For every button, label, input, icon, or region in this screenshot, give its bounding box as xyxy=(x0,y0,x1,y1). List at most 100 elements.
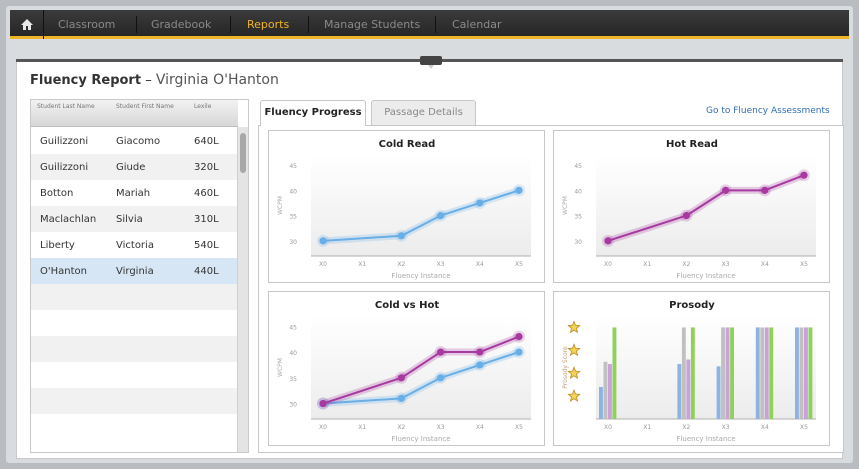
student-row[interactable]: Botton Mariah 460L xyxy=(31,180,238,206)
cold-vs-hot-plot: Cold vs Hot Fluency Instance WCPM X0 X1 X2 X3 X… xyxy=(277,300,531,443)
x-tick-label: X0 xyxy=(604,424,612,431)
star-icon xyxy=(567,366,581,379)
prosody-bar xyxy=(804,327,808,419)
collapse-handle[interactable] xyxy=(420,56,442,69)
row-first-name: Virginia xyxy=(116,266,154,277)
series-0-point xyxy=(476,361,484,369)
header-last-name[interactable]: Student Last Name xyxy=(37,103,107,111)
list-scrollbar[interactable] xyxy=(237,127,248,452)
row-first-name: Giude xyxy=(116,162,146,173)
fluency-assessments-link[interactable]: Go to Fluency Assessments xyxy=(706,106,830,116)
y-tick-label: 45 xyxy=(289,324,297,331)
y-tick-label: 40 xyxy=(289,188,297,195)
row-first-name: Mariah xyxy=(116,188,151,199)
student-row-selected[interactable]: O'Hanton Virginia 440L xyxy=(31,258,238,284)
row-last-name: Maclachlan xyxy=(40,214,97,225)
x-tick-label: X4 xyxy=(476,261,484,268)
series-1-point xyxy=(437,348,445,356)
student-row[interactable]: Guilizzoni Giude 320L xyxy=(31,154,238,180)
x-tick-label: X5 xyxy=(800,261,808,268)
nav-classroom[interactable]: Classroom xyxy=(58,10,115,39)
row-lexile: 540L xyxy=(194,240,219,251)
row-lexile: 460L xyxy=(194,188,219,199)
home-icon[interactable] xyxy=(10,10,44,39)
tab-passage-details[interactable]: Passage Details xyxy=(371,100,476,125)
nav-separator xyxy=(230,16,231,33)
series-0-point xyxy=(800,171,808,179)
series-1-point xyxy=(319,399,327,408)
nav-separator xyxy=(308,16,309,33)
prosody-bar xyxy=(725,327,730,419)
x-tick-label: X5 xyxy=(515,261,523,268)
x-tick-label: X1 xyxy=(358,261,366,268)
prosody-bar xyxy=(721,327,725,419)
nav-separator xyxy=(136,16,137,33)
student-row[interactable]: Liberty Victoria 540L xyxy=(31,232,238,258)
row-lexile: 640L xyxy=(194,136,219,147)
prosody-plot: Prosody Fluency Instance Prosody Score X0 X1… xyxy=(562,300,816,443)
nav-manage-students[interactable]: Manage Students xyxy=(324,10,420,39)
x-tick-label: X2 xyxy=(682,424,690,431)
student-name: Virginia O'Hanton xyxy=(155,72,279,88)
title-separator: – xyxy=(145,73,152,88)
prosody-bar xyxy=(799,327,804,419)
x-tick-label: X0 xyxy=(319,424,327,431)
x-axis-label: Fluency Instance xyxy=(676,435,735,443)
y-axis-label: WCPM xyxy=(277,196,284,215)
y-tick-label: 40 xyxy=(289,350,297,357)
series-1-point xyxy=(476,348,484,356)
chart-title: Prosody xyxy=(669,300,715,311)
tab-fluency-progress[interactable]: Fluency Progress xyxy=(260,100,366,126)
y-tick-label: 35 xyxy=(289,214,297,221)
y-tick-label: 30 xyxy=(289,402,297,409)
row-last-name: O'Hanton xyxy=(40,266,87,277)
header-lexile[interactable]: Lexile xyxy=(194,103,234,111)
prosody-bar xyxy=(760,327,765,419)
scrollbar-thumb[interactable] xyxy=(240,133,246,173)
prosody-bar xyxy=(603,361,608,419)
chart-title: Cold Read xyxy=(379,139,436,150)
nav-calendar[interactable]: Calendar xyxy=(452,10,501,39)
series-0-point xyxy=(476,199,484,207)
series-0-point xyxy=(604,237,612,245)
prosody-bar xyxy=(730,327,734,419)
prosody-bar xyxy=(599,386,603,419)
x-tick-label: X0 xyxy=(319,261,327,268)
row-first-name: Giacomo xyxy=(116,136,161,147)
y-axis-label: Prosody Score xyxy=(562,346,569,389)
prosody-bar xyxy=(686,359,691,419)
prosody-bar xyxy=(612,327,617,419)
nav-gradebook[interactable]: Gradebook xyxy=(151,10,211,39)
y-tick-label: 45 xyxy=(574,163,582,170)
x-tick-label: X0 xyxy=(604,261,612,268)
nav-reports[interactable]: Reports xyxy=(247,10,289,39)
chart-cold-read: Cold Read Fluency Instance WCPM X0 X1 X2 X3 X4 X… xyxy=(268,130,545,283)
prosody-bar xyxy=(755,327,760,419)
series-0-point xyxy=(319,237,327,245)
y-tick-label: 35 xyxy=(574,214,582,221)
prosody-bar xyxy=(690,327,695,419)
x-tick-label: X3 xyxy=(437,261,445,268)
y-tick-label: 30 xyxy=(574,239,582,246)
chart-title: Cold vs Hot xyxy=(375,300,439,311)
series-0-point xyxy=(515,186,523,194)
student-list: Student Last Name Student First Name Lex… xyxy=(30,99,249,453)
x-tick-label: X3 xyxy=(722,261,730,268)
x-tick-label: X1 xyxy=(358,424,366,431)
prosody-bar xyxy=(808,327,813,419)
report-title: Fluency Report xyxy=(30,73,142,88)
star-icon xyxy=(567,343,581,357)
x-tick-label: X4 xyxy=(476,424,484,431)
plot-area xyxy=(596,316,816,419)
y-tick-label: 35 xyxy=(289,376,297,383)
nav-separator xyxy=(435,16,436,33)
x-tick-label: X5 xyxy=(515,424,523,431)
header-first-name[interactable]: Student First Name xyxy=(116,103,176,111)
prosody-bar xyxy=(681,327,686,419)
series-0-point xyxy=(437,212,445,220)
prosody-bar xyxy=(764,327,769,419)
student-row[interactable]: Maclachlan Silvia 310L xyxy=(31,206,238,232)
series-0-point xyxy=(515,348,523,356)
student-row[interactable]: Guilizzoni Giacomo 640L xyxy=(31,128,238,154)
chart-title: Hot Read xyxy=(666,139,718,150)
